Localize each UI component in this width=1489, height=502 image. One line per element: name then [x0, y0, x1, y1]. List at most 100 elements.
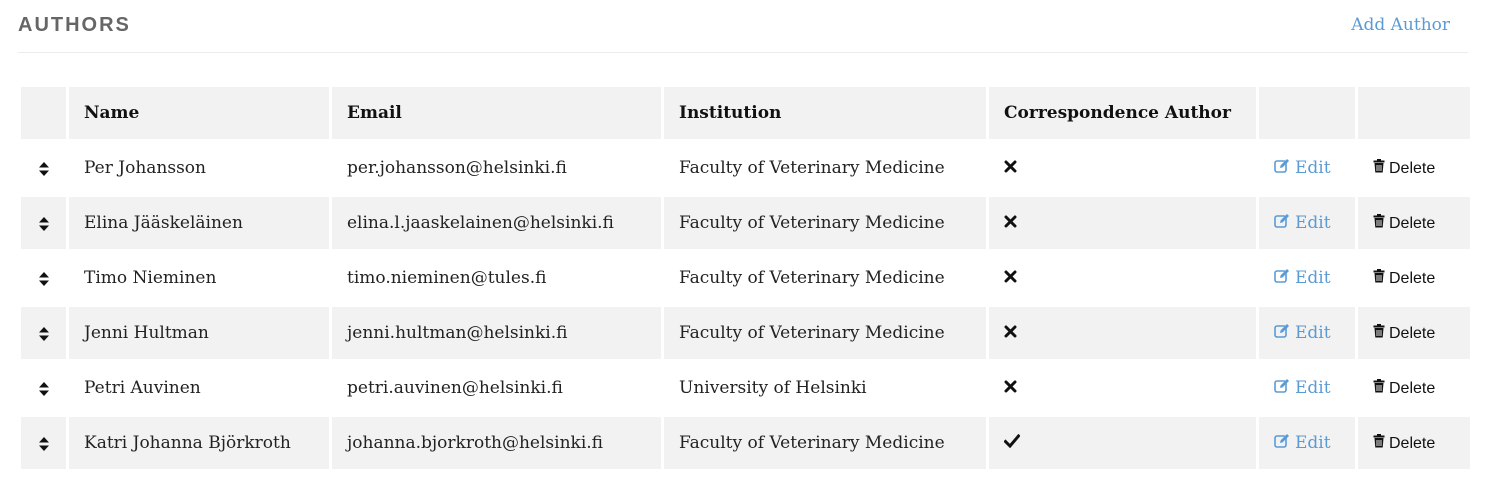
edit-cell: Edit	[1259, 417, 1355, 469]
x-icon	[1004, 323, 1017, 343]
sort-icon[interactable]	[38, 271, 50, 287]
delete-label: Delete	[1389, 159, 1436, 177]
edit-icon	[1274, 268, 1290, 289]
delete-cell: Delete	[1358, 362, 1470, 414]
table-row: Petri Auvinen petri.auvinen@helsinki.fi Un…	[21, 362, 1470, 414]
correspondence-cell	[989, 197, 1256, 249]
section-title: AUTHORS	[18, 14, 131, 36]
edit-label: Edit	[1295, 158, 1331, 178]
sort-handle-cell[interactable]	[21, 197, 66, 249]
delete-button[interactable]: Delete	[1373, 434, 1435, 453]
edit-button[interactable]: Edit	[1274, 268, 1331, 289]
edit-icon	[1274, 213, 1290, 234]
author-email-cell: elina.l.jaaskelainen@helsinki.fi	[332, 197, 661, 249]
author-name-cell: Katri Johanna Björkroth	[69, 417, 329, 469]
author-institution-cell: Faculty of Veterinary Medicine	[664, 197, 986, 249]
column-header-sort	[21, 87, 66, 139]
delete-button[interactable]: Delete	[1373, 159, 1435, 178]
author-name-cell: Timo Nieminen	[69, 252, 329, 304]
author-email-cell: timo.nieminen@tules.fi	[332, 252, 661, 304]
sort-handle-cell[interactable]	[21, 362, 66, 414]
edit-label: Edit	[1295, 323, 1331, 343]
author-email-cell: per.johansson@helsinki.fi	[332, 142, 661, 194]
author-email-cell: johanna.bjorkroth@helsinki.fi	[332, 417, 661, 469]
trash-icon	[1373, 159, 1385, 178]
delete-cell: Delete	[1358, 417, 1470, 469]
sort-handle-cell[interactable]	[21, 142, 66, 194]
table-row: Elina Jääskeläinen elina.l.jaaskelainen@h…	[21, 197, 1470, 249]
delete-label: Delete	[1389, 214, 1436, 232]
correspondence-cell	[989, 307, 1256, 359]
table-row: Timo Nieminen timo.nieminen@tules.fi Facul…	[21, 252, 1470, 304]
edit-label: Edit	[1295, 378, 1331, 398]
sort-handle-cell[interactable]	[21, 252, 66, 304]
edit-label: Edit	[1295, 213, 1331, 233]
edit-icon	[1274, 378, 1290, 399]
trash-icon	[1373, 214, 1385, 233]
trash-icon	[1373, 324, 1385, 343]
author-institution-cell: Faculty of Veterinary Medicine	[664, 307, 986, 359]
x-icon	[1004, 378, 1017, 398]
correspondence-cell	[989, 417, 1256, 469]
edit-cell: Edit	[1259, 252, 1355, 304]
authors-table-body: Per Johansson per.johansson@helsinki.fi Fa…	[21, 142, 1470, 469]
edit-label: Edit	[1295, 268, 1331, 288]
correspondence-cell	[989, 362, 1256, 414]
delete-button[interactable]: Delete	[1373, 324, 1435, 343]
edit-button[interactable]: Edit	[1274, 158, 1331, 179]
edit-button[interactable]: Edit	[1274, 323, 1331, 344]
edit-cell: Edit	[1259, 197, 1355, 249]
correspondence-cell	[989, 252, 1256, 304]
column-header-edit	[1259, 87, 1355, 139]
column-header-email: Email	[332, 87, 661, 139]
sort-icon[interactable]	[38, 216, 50, 232]
delete-label: Delete	[1389, 324, 1436, 342]
x-icon	[1004, 158, 1017, 178]
author-name-cell: Jenni Hultman	[69, 307, 329, 359]
x-icon	[1004, 213, 1017, 233]
edit-cell: Edit	[1259, 142, 1355, 194]
add-author-link[interactable]: Add Author	[1351, 15, 1450, 35]
table-row: Per Johansson per.johansson@helsinki.fi Fa…	[21, 142, 1470, 194]
authors-header: AUTHORS Add Author	[18, 0, 1468, 53]
author-institution-cell: Faculty of Veterinary Medicine	[664, 142, 986, 194]
column-header-delete	[1358, 87, 1470, 139]
sort-handle-cell[interactable]	[21, 307, 66, 359]
table-header-row: Name Email Institution Correspondence Au…	[21, 87, 1470, 139]
delete-label: Delete	[1389, 434, 1436, 452]
x-icon	[1004, 268, 1017, 288]
author-institution-cell: Faculty of Veterinary Medicine	[664, 417, 986, 469]
table-row: Katri Johanna Björkroth johanna.bjorkroth…	[21, 417, 1470, 469]
correspondence-cell	[989, 142, 1256, 194]
delete-cell: Delete	[1358, 197, 1470, 249]
check-icon	[1003, 433, 1021, 453]
author-institution-cell: University of Helsinki	[664, 362, 986, 414]
edit-button[interactable]: Edit	[1274, 433, 1331, 454]
sort-icon[interactable]	[38, 326, 50, 342]
sort-icon[interactable]	[38, 161, 50, 177]
edit-cell: Edit	[1259, 362, 1355, 414]
edit-button[interactable]: Edit	[1274, 213, 1331, 234]
sort-handle-cell[interactable]	[21, 417, 66, 469]
delete-button[interactable]: Delete	[1373, 214, 1435, 233]
authors-table: Name Email Institution Correspondence Au…	[18, 84, 1473, 472]
delete-cell: Delete	[1358, 307, 1470, 359]
edit-button[interactable]: Edit	[1274, 378, 1331, 399]
column-header-name: Name	[69, 87, 329, 139]
sort-icon[interactable]	[38, 436, 50, 452]
sort-icon[interactable]	[38, 381, 50, 397]
edit-icon	[1274, 433, 1290, 454]
author-email-cell: petri.auvinen@helsinki.fi	[332, 362, 661, 414]
author-institution-cell: Faculty of Veterinary Medicine	[664, 252, 986, 304]
edit-icon	[1274, 323, 1290, 344]
column-header-correspondence: Correspondence Author	[989, 87, 1256, 139]
column-header-institution: Institution	[664, 87, 986, 139]
author-name-cell: Petri Auvinen	[69, 362, 329, 414]
trash-icon	[1373, 434, 1385, 453]
author-name-cell: Elina Jääskeläinen	[69, 197, 329, 249]
delete-button[interactable]: Delete	[1373, 269, 1435, 288]
delete-button[interactable]: Delete	[1373, 379, 1435, 398]
table-row: Jenni Hultman jenni.hultman@helsinki.fi Fa…	[21, 307, 1470, 359]
author-email-cell: jenni.hultman@helsinki.fi	[332, 307, 661, 359]
delete-label: Delete	[1389, 379, 1436, 397]
